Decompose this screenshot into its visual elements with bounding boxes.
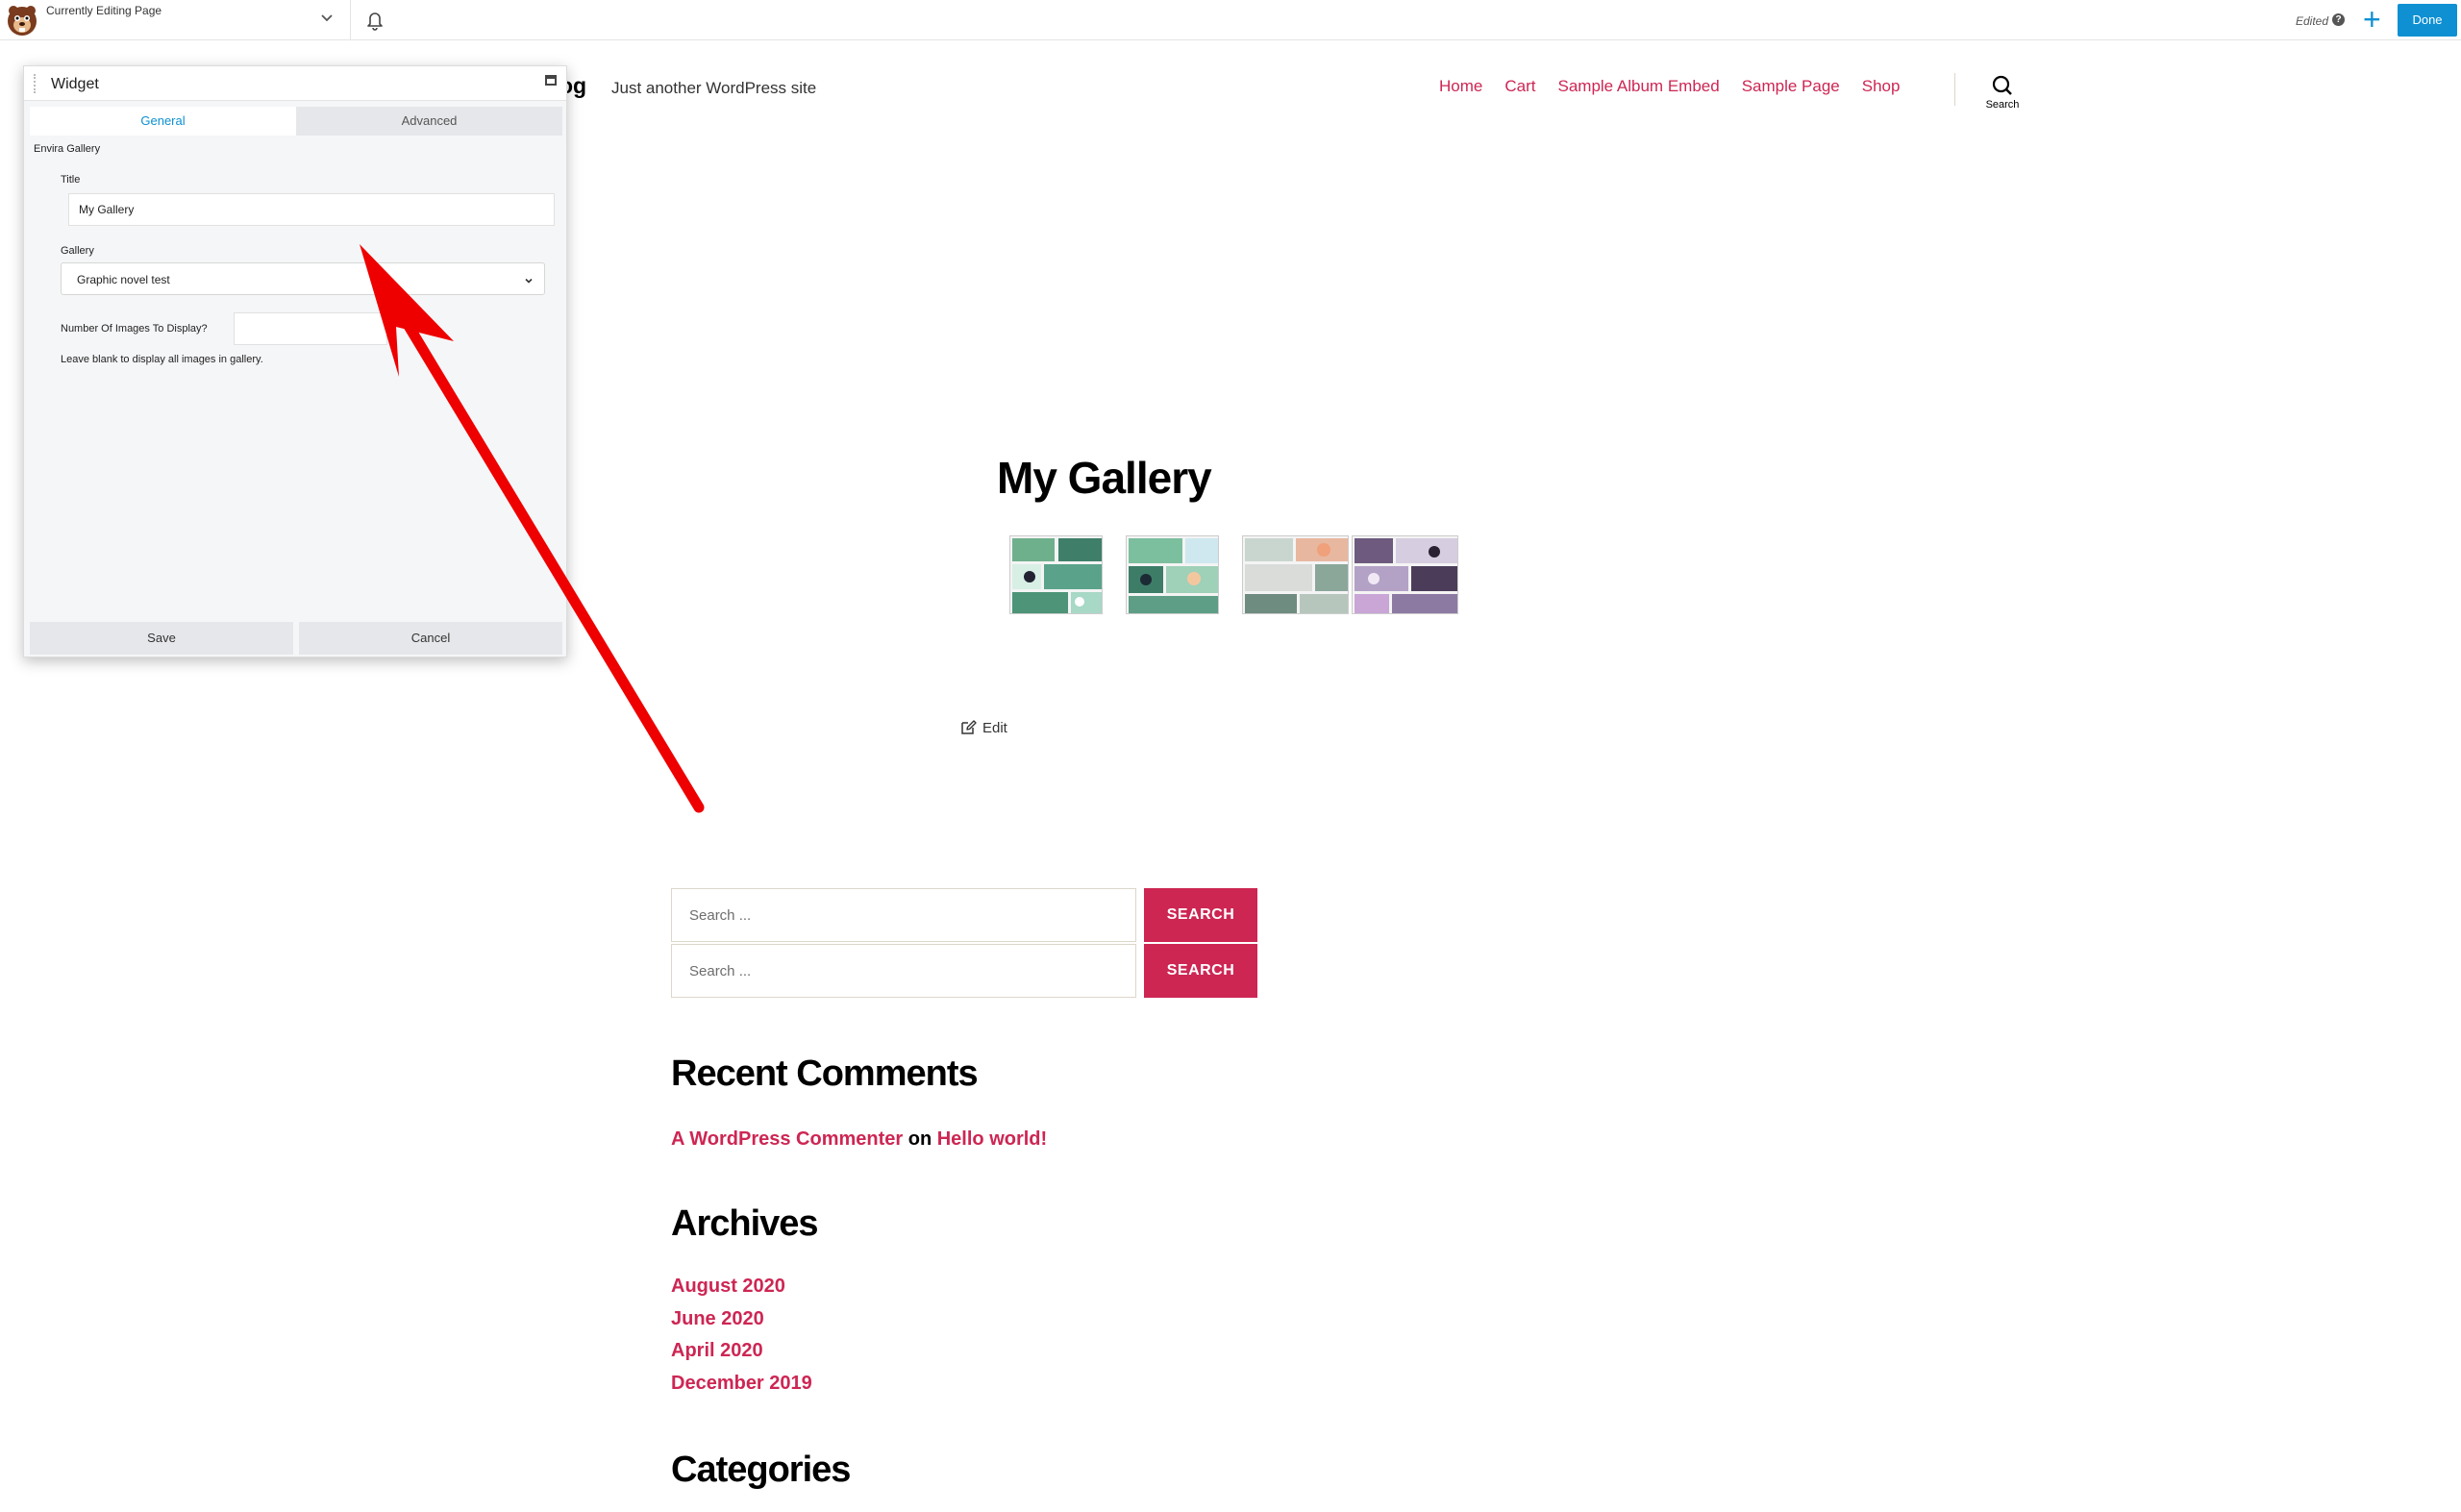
gallery-thumbnail[interactable] <box>1242 535 1349 614</box>
image-count-field[interactable] <box>234 312 387 345</box>
toolbar-divider <box>350 0 351 40</box>
recent-comments-heading: Recent Comments <box>671 1053 979 1094</box>
done-button[interactable]: Done <box>2398 4 2457 37</box>
add-content-button[interactable]: + <box>2363 4 2381 35</box>
title-field-label: Title <box>61 174 81 186</box>
beaver-logo-icon[interactable] <box>4 2 40 38</box>
categories-heading: Categories <box>671 1450 851 1490</box>
title-field[interactable] <box>68 193 555 226</box>
currently-editing-label: Currently Editing Page <box>46 4 162 17</box>
nav-item-shop[interactable]: Shop <box>1862 77 1901 96</box>
primary-nav: Home Cart Sample Album Embed Sample Page… <box>1439 77 1922 96</box>
header-search-toggle[interactable]: Search <box>1978 75 2026 123</box>
image-count-label: Number Of Images To Display? <box>61 323 208 335</box>
gallery-thumbnail[interactable] <box>1352 535 1458 614</box>
gallery-thumbnail[interactable] <box>1009 535 1103 614</box>
nav-item-cart[interactable]: Cart <box>1504 77 1535 96</box>
search-button[interactable]: SEARCH <box>1144 888 1257 942</box>
widget-panel-tabs: General Advanced <box>30 107 562 136</box>
archives-heading: Archives <box>671 1203 819 1244</box>
edited-status: Edited <box>2296 14 2329 28</box>
nav-item-sample-album-embed[interactable]: Sample Album Embed <box>1557 77 1719 96</box>
nav-item-home[interactable]: Home <box>1439 77 1482 96</box>
edit-post-link[interactable]: Edit <box>959 719 1007 736</box>
gallery-field-label: Gallery <box>61 245 94 257</box>
search-button[interactable]: SEARCH <box>1144 944 1257 998</box>
chevron-down-icon[interactable] <box>319 10 335 25</box>
search-form: Search ... SEARCH <box>671 888 1259 942</box>
widget-section-label: Envira Gallery <box>34 143 101 155</box>
list-item: August 2020 <box>671 1276 812 1308</box>
list-item: April 2020 <box>671 1340 812 1373</box>
gallery-heading: My Gallery <box>997 453 1212 503</box>
edit-icon <box>961 720 977 734</box>
search-input[interactable]: Search ... <box>671 888 1136 942</box>
edit-link-label: Edit <box>982 719 1007 736</box>
archives-list: August 2020 June 2020 April 2020 Decembe… <box>671 1276 812 1404</box>
bell-icon[interactable] <box>365 10 385 31</box>
save-button[interactable]: Save <box>30 622 293 655</box>
archive-link[interactable]: April 2020 <box>671 1340 763 1361</box>
search-input[interactable]: Search ... <box>671 944 1136 998</box>
gallery-select[interactable]: Graphic novel test <box>61 262 545 295</box>
tab-advanced[interactable]: Advanced <box>296 107 562 136</box>
list-item: June 2020 <box>671 1308 812 1341</box>
header-search-label: Search <box>1985 99 2020 111</box>
tab-general[interactable]: General <box>30 107 296 136</box>
comment-author-link[interactable]: A WordPress Commenter <box>671 1128 903 1150</box>
comment-connector: on <box>907 1128 932 1150</box>
gallery-thumbnail[interactable] <box>1126 535 1219 614</box>
archive-link[interactable]: August 2020 <box>671 1276 785 1297</box>
widget-panel-header[interactable]: Widget <box>24 66 566 101</box>
recent-comment-item: A WordPress Commenter on Hello world! <box>671 1128 1047 1151</box>
widget-settings-panel: Widget General Advanced Envira Gallery T… <box>23 65 567 657</box>
cancel-button[interactable]: Cancel <box>299 622 562 655</box>
image-count-help: Leave blank to display all images in gal… <box>61 354 263 365</box>
help-icon[interactable]: ? <box>2332 13 2345 26</box>
widget-panel-title: Widget <box>51 76 99 92</box>
search-form: Search ... SEARCH <box>671 944 1259 998</box>
nav-separator <box>1954 73 1955 106</box>
site-tagline: Just another WordPress site <box>611 79 817 97</box>
maximize-icon[interactable] <box>545 75 557 86</box>
list-item: December 2019 <box>671 1373 812 1405</box>
search-icon <box>1992 75 2012 95</box>
nav-item-sample-page[interactable]: Sample Page <box>1742 77 1840 96</box>
gallery-select-value: Graphic novel test <box>77 273 170 286</box>
archive-link[interactable]: December 2019 <box>671 1373 812 1394</box>
drag-handle-icon[interactable] <box>34 74 37 93</box>
widget-panel-footer: Save Cancel <box>30 622 562 655</box>
archive-link[interactable]: June 2020 <box>671 1308 764 1329</box>
editor-toolbar: Currently Editing Page Edited ? + Done <box>0 0 2461 40</box>
comment-post-link[interactable]: Hello world! <box>937 1128 1047 1150</box>
chevron-down-icon <box>523 274 534 285</box>
